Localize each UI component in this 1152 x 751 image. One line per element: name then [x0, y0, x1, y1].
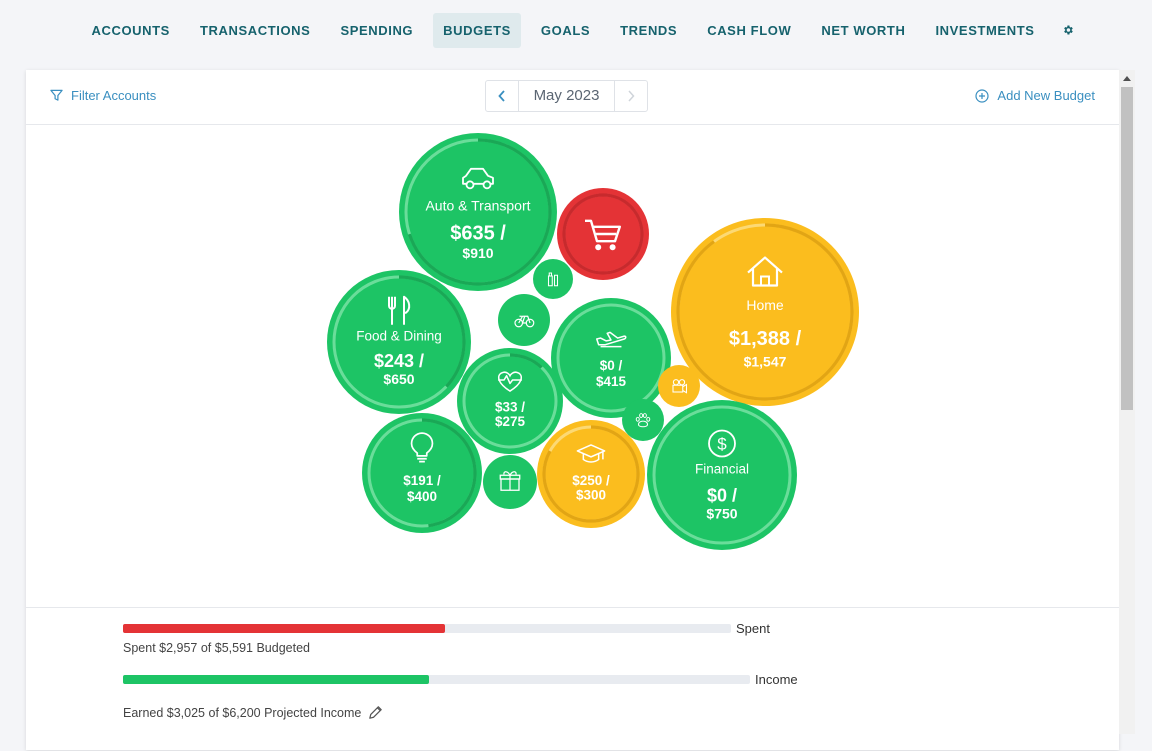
- budget-bubble-education[interactable]: $250 /$300: [537, 420, 645, 528]
- bubble-spent: $243 /: [374, 351, 424, 371]
- svg-text:$: $: [717, 435, 727, 454]
- budget-bubble-health[interactable]: $33 /$275: [457, 348, 563, 454]
- current-month: May 2023: [533, 87, 600, 104]
- income-caption-text: Earned $3,025 of $6,200 Projected Income: [123, 705, 362, 720]
- budget-bubble-gifts[interactable]: [483, 455, 537, 509]
- bubble-budget: $275: [495, 414, 526, 429]
- nav-net-worth[interactable]: NET WORTH: [811, 13, 915, 48]
- budget-bubble-auto[interactable]: Auto & Transport $635 /$910: [399, 133, 557, 291]
- bubble-spent: $33 /: [495, 400, 525, 415]
- budget-bubble-food[interactable]: Food & Dining $243 /$650: [327, 270, 471, 414]
- spent-bar-fill: [123, 624, 445, 633]
- bubble-label: Financial: [695, 462, 749, 477]
- budget-bubble-travel[interactable]: $0 /$415: [551, 298, 671, 418]
- income-bar-label: Income: [755, 672, 798, 687]
- filter-accounts-label: Filter Accounts: [71, 88, 157, 103]
- add-new-budget-button[interactable]: Add New Budget: [975, 88, 1095, 103]
- spent-bar: [123, 624, 731, 633]
- chevron-left-icon: [498, 90, 505, 102]
- budget-summary: Spent Spent $2,957 of $5,591 Budgeted In…: [26, 607, 1119, 751]
- bubble-spent: $0 /: [600, 358, 623, 373]
- nav-trends[interactable]: TRENDS: [610, 13, 687, 48]
- bubble-spent: $635 /: [450, 223, 506, 245]
- next-month-button[interactable]: [614, 81, 647, 111]
- gear-icon[interactable]: [1062, 23, 1076, 37]
- bubble-budget: $750: [706, 506, 737, 522]
- bubble-circle: [622, 399, 664, 441]
- bubble-label: Auto & Transport: [425, 197, 530, 213]
- bubble-budget: $415: [596, 374, 627, 389]
- income-caption: Earned $3,025 of $6,200 Projected Income: [123, 704, 384, 721]
- budgets-panel: Filter Accounts May 2023 Add New Budget …: [26, 70, 1119, 750]
- bubble-budget: $650: [383, 371, 414, 387]
- pencil-icon[interactable]: [367, 704, 384, 721]
- plus-circle-icon: [975, 88, 990, 103]
- income-bar-fill: [123, 675, 429, 684]
- budget-bubble-personal[interactable]: [533, 259, 573, 299]
- budget-bubble-pets[interactable]: [622, 399, 664, 441]
- bubble-budget: $1,547: [744, 354, 787, 370]
- page-scrollbar[interactable]: [1119, 70, 1135, 734]
- budget-toolbar: Filter Accounts May 2023 Add New Budget: [26, 70, 1119, 125]
- bubble-spent: $191 /: [403, 473, 441, 488]
- prev-month-button[interactable]: [486, 81, 519, 111]
- budget-bubble-bike[interactable]: [498, 294, 550, 346]
- bubble-spent: $1,388 /: [729, 328, 802, 350]
- add-new-budget-label: Add New Budget: [997, 88, 1095, 103]
- budget-bubbles: Auto & Transport $635 /$910 Home $1,388 / $1…: [327, 133, 859, 550]
- nav-spending[interactable]: SPENDING: [330, 13, 423, 48]
- budget-bubble-shopping[interactable]: [557, 188, 649, 280]
- nav-cash-flow[interactable]: CASH FLOW: [697, 13, 801, 48]
- spent-bar-label: Spent: [736, 621, 770, 636]
- bubble-budget: $400: [407, 489, 437, 504]
- budget-bubble-home[interactable]: Home $1,388 / $1,547: [671, 218, 859, 406]
- bubble-label: Food & Dining: [356, 329, 442, 344]
- nav-budgets[interactable]: BUDGETS: [433, 12, 521, 48]
- nav-goals[interactable]: GOALS: [531, 13, 600, 48]
- top-nav: ACCOUNTS TRANSACTIONS SPENDING BUDGETS G…: [0, 0, 1152, 70]
- bubble-circle: [658, 365, 700, 407]
- nav-accounts[interactable]: ACCOUNTS: [81, 13, 179, 48]
- month-selector: May 2023: [485, 80, 648, 112]
- bubble-budget: $300: [576, 487, 606, 502]
- budget-bubble-entertainment[interactable]: [658, 365, 700, 407]
- scroll-up-arrow[interactable]: [1119, 70, 1135, 86]
- bubble-label: Home: [746, 297, 784, 313]
- chevron-right-icon: [628, 90, 635, 102]
- budget-bubble-financial[interactable]: $ Financial $0 /$750: [647, 400, 797, 550]
- nav-transactions[interactable]: TRANSACTIONS: [190, 13, 320, 48]
- budget-bubble-bills[interactable]: $191 /$400: [362, 413, 482, 533]
- income-bar: [123, 675, 750, 684]
- spent-caption-text: Spent $2,957 of $5,591 Budgeted: [123, 641, 310, 655]
- bubble-spent: $0 /: [707, 485, 737, 505]
- filter-icon: [50, 89, 63, 101]
- filter-accounts-button[interactable]: Filter Accounts: [50, 88, 156, 103]
- nav-investments[interactable]: INVESTMENTS: [925, 13, 1044, 48]
- bubble-budget: $910: [462, 245, 493, 261]
- scroll-thumb[interactable]: [1121, 87, 1133, 410]
- bubble-circle: [533, 259, 573, 299]
- spent-caption: Spent $2,957 of $5,591 Budgeted: [123, 641, 310, 655]
- bubble-spent: $250 /: [572, 473, 610, 488]
